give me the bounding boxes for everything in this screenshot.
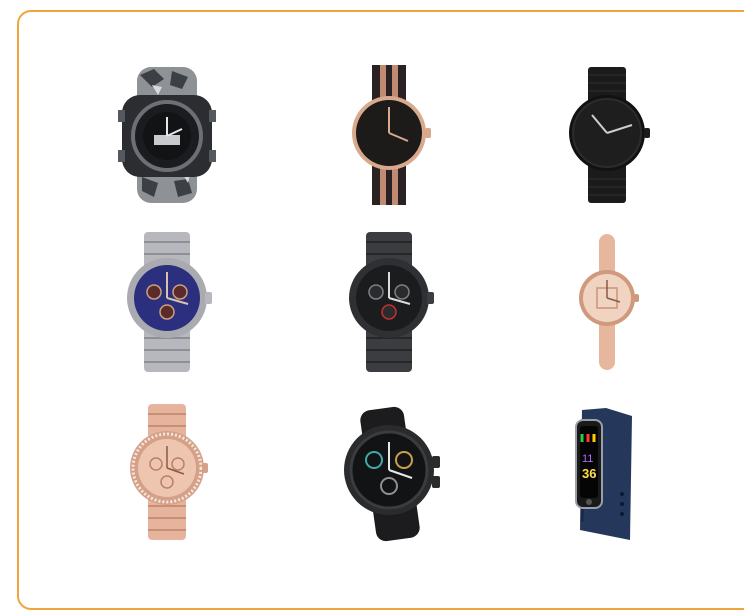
fitness-band-icon: 11 36 xyxy=(575,408,632,540)
product-rose-gold-striped-strap-watch[interactable] xyxy=(304,55,474,215)
product-black-smartwatch[interactable] xyxy=(304,390,474,550)
band-minutes-text: 36 xyxy=(582,466,596,481)
smartwatch-icon xyxy=(344,406,440,542)
gunmetal-chronograph-watch-icon xyxy=(349,232,434,372)
silver-chronograph-watch-icon xyxy=(127,232,212,372)
product-gunmetal-chronograph-watch[interactable] xyxy=(304,220,474,380)
product-grid: 11 36 xyxy=(0,0,744,593)
product-blue-fitness-band[interactable]: 11 36 xyxy=(522,390,692,550)
mesh-watch-icon xyxy=(569,67,650,203)
band-hours-text: 11 xyxy=(582,453,593,465)
product-ladies-nude-strap-watch[interactable] xyxy=(522,220,692,380)
striped-strap-watch-icon xyxy=(352,65,431,205)
product-silver-blue-chronograph-watch[interactable] xyxy=(82,220,252,380)
product-black-mesh-watch[interactable] xyxy=(522,55,692,215)
camouflage-sport-watch-icon xyxy=(118,67,216,203)
product-camouflage-sport-watch[interactable] xyxy=(82,55,252,215)
ladies-strap-watch-icon xyxy=(579,234,639,370)
crystal-watch-icon xyxy=(130,404,208,540)
product-rose-gold-crystal-watch[interactable] xyxy=(82,390,252,550)
